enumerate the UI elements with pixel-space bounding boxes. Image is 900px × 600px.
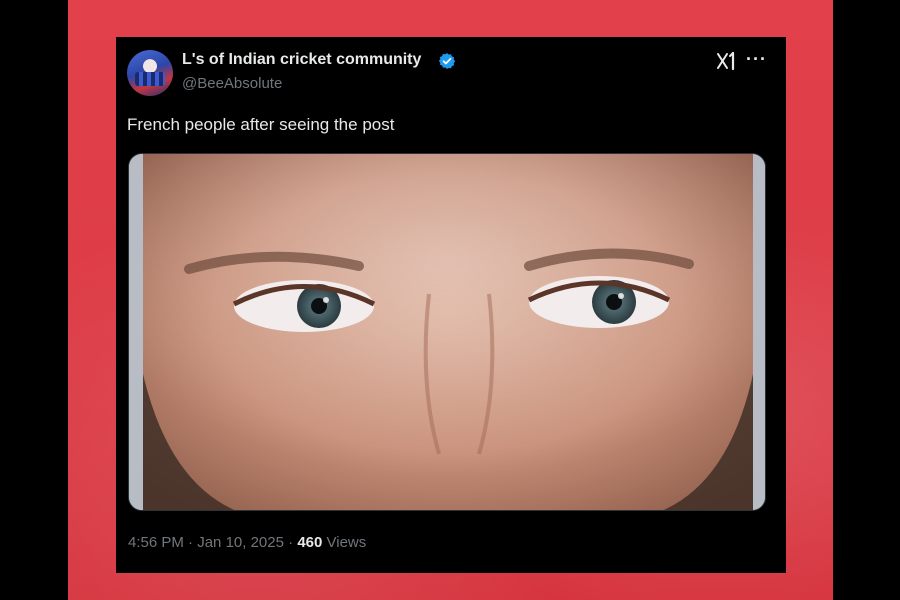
verified-badge-icon [438, 53, 456, 69]
grok-icon[interactable] [716, 51, 738, 71]
more-options-icon[interactable]: ··· [746, 49, 767, 70]
views-label: Views [326, 534, 367, 551]
views-count[interactable]: 460 [297, 534, 322, 551]
meta-separator: · [288, 534, 294, 551]
tweet-text: French people after seeing the post [127, 115, 395, 134]
left-letterbox [0, 0, 68, 600]
display-name[interactable]: L's of Indian cricket community [182, 51, 421, 69]
meta-separator: · [188, 534, 194, 551]
tweet-card[interactable]: L's of Indian cricket community @BeeAbso… [116, 37, 786, 573]
tweet-time[interactable]: 4:56 PM [128, 534, 184, 551]
tweet-meta: 4:56 PM · Jan 10, 2025 · 460 Views [128, 534, 366, 551]
handle[interactable]: @BeeAbsolute [182, 75, 282, 92]
tweet-date[interactable]: Jan 10, 2025 [197, 534, 284, 551]
face-photo [129, 154, 765, 510]
avatar[interactable] [127, 50, 173, 96]
right-letterbox [833, 0, 900, 600]
tweet-media-image[interactable] [128, 153, 766, 511]
